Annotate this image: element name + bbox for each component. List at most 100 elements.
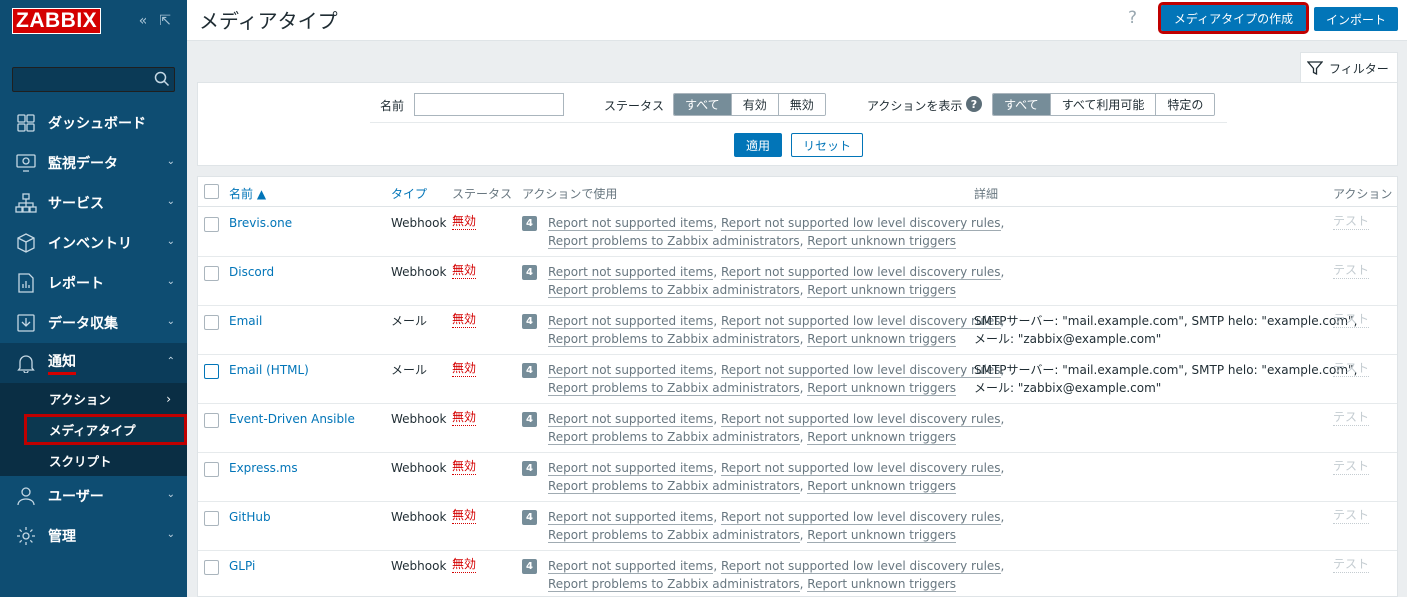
row-checkbox[interactable] xyxy=(204,560,219,575)
action-link[interactable]: Report problems to Zabbix administrators xyxy=(548,479,800,494)
test-link[interactable]: テスト xyxy=(1333,508,1370,524)
action-link[interactable]: Report not supported items xyxy=(548,559,714,574)
action-link[interactable]: Report unknown triggers xyxy=(807,283,957,298)
action-link[interactable]: Report not supported low level discovery… xyxy=(720,265,1001,280)
actions-option-all[interactable]: すべて xyxy=(993,94,1050,115)
media-type-name-link[interactable]: Brevis.one xyxy=(229,214,292,232)
action-link[interactable]: Report problems to Zabbix administrators xyxy=(548,381,800,396)
media-type-name-link[interactable]: Event-Driven Ansible xyxy=(229,410,355,428)
filter-name-input[interactable] xyxy=(414,93,564,116)
row-checkbox[interactable] xyxy=(204,266,219,281)
select-all-checkbox[interactable] xyxy=(204,184,219,199)
test-link[interactable]: テスト xyxy=(1333,361,1370,377)
nav-item-data-collection[interactable]: データ収集 ⌄ xyxy=(0,303,187,343)
nav-item-inventory[interactable]: インベントリ ⌄ xyxy=(0,223,187,263)
status-toggle-link[interactable]: 無効 xyxy=(452,508,477,524)
nav-item-dashboard[interactable]: ダッシュボード xyxy=(0,103,187,143)
nav-item-users[interactable]: ユーザー ⌄ xyxy=(0,476,187,516)
media-type-name-link[interactable]: Express.ms xyxy=(229,459,298,477)
media-type-name-link[interactable]: Email xyxy=(229,312,262,330)
action-link[interactable]: Report not supported items xyxy=(548,216,714,231)
action-link[interactable]: Report not supported low level discovery… xyxy=(720,461,1001,476)
action-link[interactable]: Report unknown triggers xyxy=(807,479,957,494)
nav-item-services[interactable]: サービス ⌄ xyxy=(0,183,187,223)
status-toggle-link[interactable]: 無効 xyxy=(452,361,477,377)
actions-option-all-available[interactable]: すべて利用可能 xyxy=(1049,94,1156,115)
kiosk-mode-icon[interactable]: ⇱ xyxy=(159,13,171,29)
action-link[interactable]: Report not supported items xyxy=(548,510,714,525)
actions-option-specific[interactable]: 特定の xyxy=(1155,94,1215,115)
nav-item-administration[interactable]: 管理 ⌄ xyxy=(0,516,187,556)
filter-tab[interactable]: フィルター xyxy=(1300,52,1398,83)
media-type-name-link[interactable]: GLPi xyxy=(229,557,255,575)
sub-item-actions[interactable]: アクション › xyxy=(0,383,187,414)
create-media-type-button[interactable]: メディアタイプの作成 xyxy=(1158,2,1309,34)
row-checkbox[interactable] xyxy=(204,413,219,428)
column-header-name[interactable]: 名前 ▲ xyxy=(229,185,266,202)
test-link[interactable]: テスト xyxy=(1333,312,1370,328)
action-link[interactable]: Report not supported low level discovery… xyxy=(720,363,1001,378)
collapse-sidebar-icon[interactable]: « xyxy=(139,13,148,29)
help-icon[interactable]: ? xyxy=(966,96,982,112)
test-link[interactable]: テスト xyxy=(1333,410,1370,426)
nav-item-reports[interactable]: レポート ⌄ xyxy=(0,263,187,303)
action-link[interactable]: Report not supported items xyxy=(548,461,714,476)
status-option-all[interactable]: すべて xyxy=(674,94,731,115)
action-link[interactable]: Report problems to Zabbix administrators xyxy=(548,577,800,592)
sub-item-media-types[interactable]: メディアタイプ xyxy=(24,414,187,445)
action-link[interactable]: Report problems to Zabbix administrators xyxy=(548,430,800,445)
row-checkbox[interactable] xyxy=(204,364,219,379)
action-link[interactable]: Report problems to Zabbix administrators xyxy=(548,528,800,543)
action-link[interactable]: Report problems to Zabbix administrators xyxy=(548,283,800,298)
action-link[interactable]: Report not supported low level discovery… xyxy=(720,412,1001,427)
zabbix-logo[interactable]: ZABBIX xyxy=(12,8,102,34)
media-type-name-link[interactable]: Discord xyxy=(229,263,274,281)
status-option-disabled[interactable]: 無効 xyxy=(777,94,825,115)
action-link[interactable]: Report unknown triggers xyxy=(807,577,957,592)
column-header-type[interactable]: タイプ xyxy=(391,185,427,202)
media-type-name-link[interactable]: Email (HTML) xyxy=(229,361,309,379)
status-toggle-link[interactable]: 無効 xyxy=(452,410,477,426)
monitoring-icon xyxy=(14,152,38,174)
import-button[interactable]: インポート xyxy=(1314,7,1398,31)
action-link[interactable]: Report not supported items xyxy=(548,363,714,378)
action-link[interactable]: Report problems to Zabbix administrators xyxy=(548,332,800,347)
status-toggle-link[interactable]: 無効 xyxy=(452,214,477,230)
apply-button[interactable]: 適用 xyxy=(734,133,782,157)
test-link[interactable]: テスト xyxy=(1333,459,1370,475)
action-link[interactable]: Report unknown triggers xyxy=(807,430,957,445)
action-link[interactable]: Report unknown triggers xyxy=(807,234,957,249)
action-link[interactable]: Report unknown triggers xyxy=(807,332,957,347)
action-link[interactable]: Report not supported low level discovery… xyxy=(720,559,1001,574)
media-type-name-link[interactable]: GitHub xyxy=(229,508,271,526)
action-link[interactable]: Report not supported items xyxy=(548,412,714,427)
reset-button[interactable]: リセット xyxy=(791,133,863,157)
sidebar-search-input[interactable] xyxy=(12,67,175,92)
row-checkbox[interactable] xyxy=(204,217,219,232)
row-checkbox[interactable] xyxy=(204,511,219,526)
status-toggle-link[interactable]: 無効 xyxy=(452,459,477,475)
status-option-enabled[interactable]: 有効 xyxy=(730,94,778,115)
row-checkbox[interactable] xyxy=(204,315,219,330)
chevron-down-icon: ⌄ xyxy=(166,529,175,540)
row-checkbox[interactable] xyxy=(204,462,219,477)
test-link[interactable]: テスト xyxy=(1333,557,1370,573)
help-icon[interactable]: ? xyxy=(1128,8,1137,28)
sub-item-scripts[interactable]: スクリプト xyxy=(0,445,187,476)
action-link[interactable]: Report not supported items xyxy=(548,265,714,280)
action-link[interactable]: Report problems to Zabbix administrators xyxy=(548,234,800,249)
action-link[interactable]: Report not supported low level discovery… xyxy=(720,314,1001,329)
action-link[interactable]: Report not supported low level discovery… xyxy=(720,216,1001,231)
test-link[interactable]: テスト xyxy=(1333,214,1370,230)
status-toggle-link[interactable]: 無効 xyxy=(452,263,477,279)
action-link[interactable]: Report not supported low level discovery… xyxy=(720,510,1001,525)
action-link[interactable]: Report unknown triggers xyxy=(807,381,957,396)
status-toggle-link[interactable]: 無効 xyxy=(452,312,477,328)
test-link[interactable]: テスト xyxy=(1333,263,1370,279)
nav-item-alerts[interactable]: 通知 ⌃ xyxy=(0,343,187,383)
search-icon[interactable] xyxy=(154,71,170,90)
status-toggle-link[interactable]: 無効 xyxy=(452,557,477,573)
action-link[interactable]: Report not supported items xyxy=(548,314,714,329)
nav-item-monitoring[interactable]: 監視データ ⌄ xyxy=(0,143,187,183)
action-link[interactable]: Report unknown triggers xyxy=(807,528,957,543)
